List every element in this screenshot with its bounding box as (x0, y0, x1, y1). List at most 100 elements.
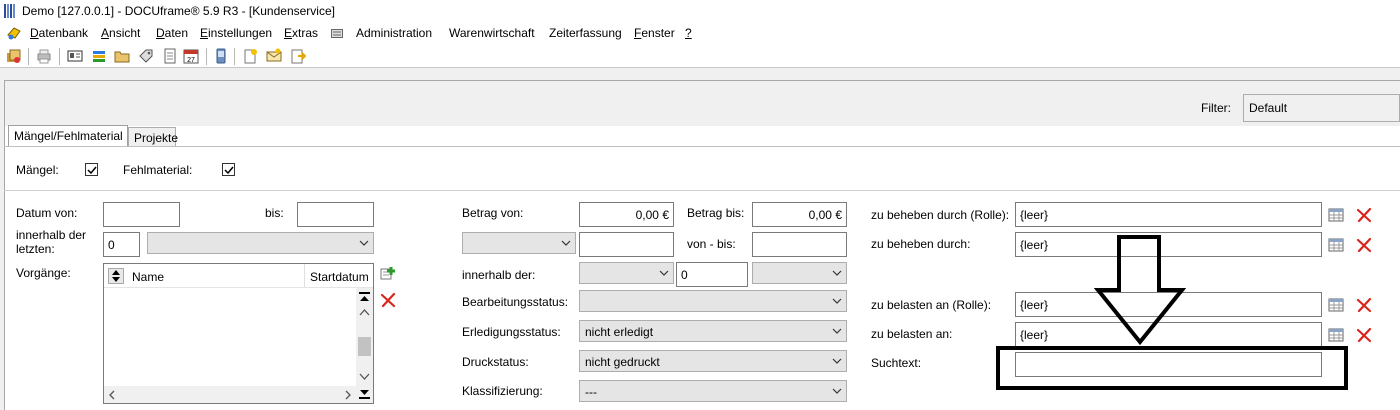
erledigungsstatus-value: nicht erledigt (585, 325, 654, 339)
table-picker-icon[interactable] (1328, 297, 1344, 313)
menu-administration[interactable]: Administration (356, 26, 432, 40)
zu-beheben-value: {leer} (1020, 238, 1049, 252)
column-separator (304, 264, 305, 288)
document-icon[interactable] (162, 48, 178, 64)
von-bis-label: von - bis: (687, 237, 736, 251)
app-menu-icon[interactable] (6, 25, 22, 41)
chevron-down-icon (832, 328, 842, 334)
contact-card-icon[interactable] (67, 48, 83, 64)
innerhalb-unit-select[interactable] (147, 232, 374, 254)
menu-help[interactable]: ? (685, 26, 692, 40)
add-vorgang-icon[interactable] (380, 266, 396, 282)
chevron-down-icon (832, 358, 842, 364)
klassifizierung-select[interactable]: --- (579, 380, 847, 402)
zu-beheben-rolle-input[interactable]: {leer} (1015, 202, 1322, 227)
erledigungsstatus-select[interactable]: nicht erledigt (579, 320, 847, 342)
erledigungsstatus-label: Erledigungsstatus: (462, 325, 561, 339)
zu-beheben-rolle-value: {leer} (1020, 208, 1049, 222)
zu-beheben-label: zu beheben durch: (871, 237, 971, 251)
maengel-checkbox[interactable] (85, 163, 98, 176)
svg-text:27: 27 (187, 57, 195, 64)
clear-icon[interactable] (1356, 297, 1372, 313)
innerhalb-label-2: letzten: (16, 242, 55, 256)
export-icon[interactable] (290, 48, 306, 64)
table-picker-icon[interactable] (1328, 207, 1344, 223)
tag-icon[interactable] (138, 48, 154, 64)
fehlmaterial-checkbox[interactable] (222, 163, 235, 176)
menu-zeiterfassung[interactable]: Zeiterfassung (549, 26, 622, 40)
scroll-left-icon[interactable] (108, 390, 116, 400)
clear-icon[interactable] (1356, 237, 1372, 253)
sort-toggle-button[interactable] (108, 268, 124, 284)
vertical-scrollbar[interactable] (356, 288, 373, 403)
menu-warenwirtschaft[interactable]: Warenwirtschaft (449, 26, 535, 40)
check-icon (224, 166, 234, 175)
druckstatus-select[interactable]: nicht gedruckt (579, 350, 847, 372)
zu-beheben-rolle-label: zu beheben durch (Rolle): (871, 208, 1010, 222)
datum-bis-input[interactable] (297, 202, 374, 227)
scroll-right-icon[interactable] (344, 390, 352, 400)
maengel-label: Mängel: (16, 163, 59, 177)
folder-icon[interactable] (114, 48, 130, 64)
betrag-bis-label: Betrag bis: (687, 206, 745, 220)
zeitraum-bis-input[interactable] (752, 232, 847, 257)
innerhalb-der-mode-select[interactable] (579, 262, 674, 284)
title-bar: Demo [127.0.0.1] - DOCUframe® 5.9 R3 - [… (0, 0, 1400, 22)
innerhalb-letzten-value: 0 (108, 238, 115, 252)
klassifizierung-value: --- (585, 385, 597, 399)
bearbeitungsstatus-label: Bearbeitungsstatus: (462, 295, 569, 309)
tab-projekte[interactable]: Projekte (128, 127, 178, 147)
column-name[interactable]: Name (132, 270, 164, 284)
toolbar: 27 (0, 44, 1400, 68)
mail-icon[interactable] (266, 48, 282, 64)
window-title: Demo [127.0.0.1] - DOCUframe® 5.9 R3 - [… (22, 4, 335, 18)
open-icon[interactable] (6, 48, 22, 64)
keyboard-icon (331, 29, 343, 38)
table-picker-icon[interactable] (1328, 237, 1344, 253)
datum-von-input[interactable] (103, 202, 180, 227)
horizontal-scrollbar[interactable] (104, 386, 357, 403)
tab-label: Mängel/Fehlmaterial (14, 129, 123, 143)
innerhalb-label-1: innerhalb der (16, 228, 87, 242)
filter-value: Default (1249, 101, 1288, 115)
phone-icon[interactable] (213, 48, 229, 64)
scroll-top-icon[interactable] (359, 292, 370, 302)
scroll-up-icon[interactable] (359, 308, 370, 316)
scroll-down-icon[interactable] (359, 372, 370, 380)
betrag-bis-value: 0,00 € (808, 208, 842, 222)
druckstatus-value: nicht gedruckt (585, 355, 660, 369)
scroll-thumb[interactable] (358, 337, 371, 356)
scroll-bottom-icon[interactable] (359, 389, 370, 399)
menu-daten[interactable]: Daten (156, 26, 188, 40)
betrag-von-input[interactable]: 0,00 € (579, 202, 674, 227)
suchtext-input[interactable] (1015, 352, 1322, 377)
clear-icon[interactable] (1356, 207, 1372, 223)
menu-ansicht[interactable]: Ansicht (101, 26, 140, 40)
list-icon[interactable] (91, 48, 107, 64)
zeitraum-von-input[interactable] (579, 232, 674, 257)
clear-icon[interactable] (1356, 327, 1372, 343)
innerhalb-der-input[interactable]: 0 (676, 262, 748, 287)
innerhalb-letzten-input[interactable]: 0 (103, 232, 140, 257)
menu-einstellungen[interactable]: Einstellungen (200, 26, 272, 40)
menu-fenster[interactable]: Fenster (634, 26, 675, 40)
remove-vorgang-icon[interactable] (380, 292, 396, 308)
table-picker-icon[interactable] (1328, 327, 1344, 343)
klassifizierung-label: Klassifizierung: (462, 384, 543, 398)
menu-datenbank[interactable]: Datenbank (30, 26, 88, 40)
new-document-icon[interactable] (242, 48, 258, 64)
tab-maengel-fehlmaterial[interactable]: Mängel/Fehlmaterial (8, 125, 128, 147)
bearbeitungsstatus-select[interactable] (579, 290, 847, 312)
vorgaenge-list[interactable]: Name Startdatum (103, 263, 374, 404)
tab-divider (4, 146, 1400, 147)
filter-select[interactable]: Default (1243, 94, 1400, 122)
menu-extras[interactable]: Extras (284, 26, 318, 40)
column-startdatum[interactable]: Startdatum (310, 270, 369, 284)
innerhalb-der-unit-select[interactable] (752, 262, 847, 284)
zeitraum-type-select[interactable] (462, 232, 576, 254)
betrag-von-value: 0,00 € (635, 208, 669, 222)
print-icon[interactable] (36, 48, 52, 64)
betrag-bis-input[interactable]: 0,00 € (752, 202, 847, 227)
calendar-icon[interactable]: 27 (183, 48, 199, 64)
menu-bar: Datenbank Ansicht Daten Einstellungen Ex… (0, 22, 1400, 44)
